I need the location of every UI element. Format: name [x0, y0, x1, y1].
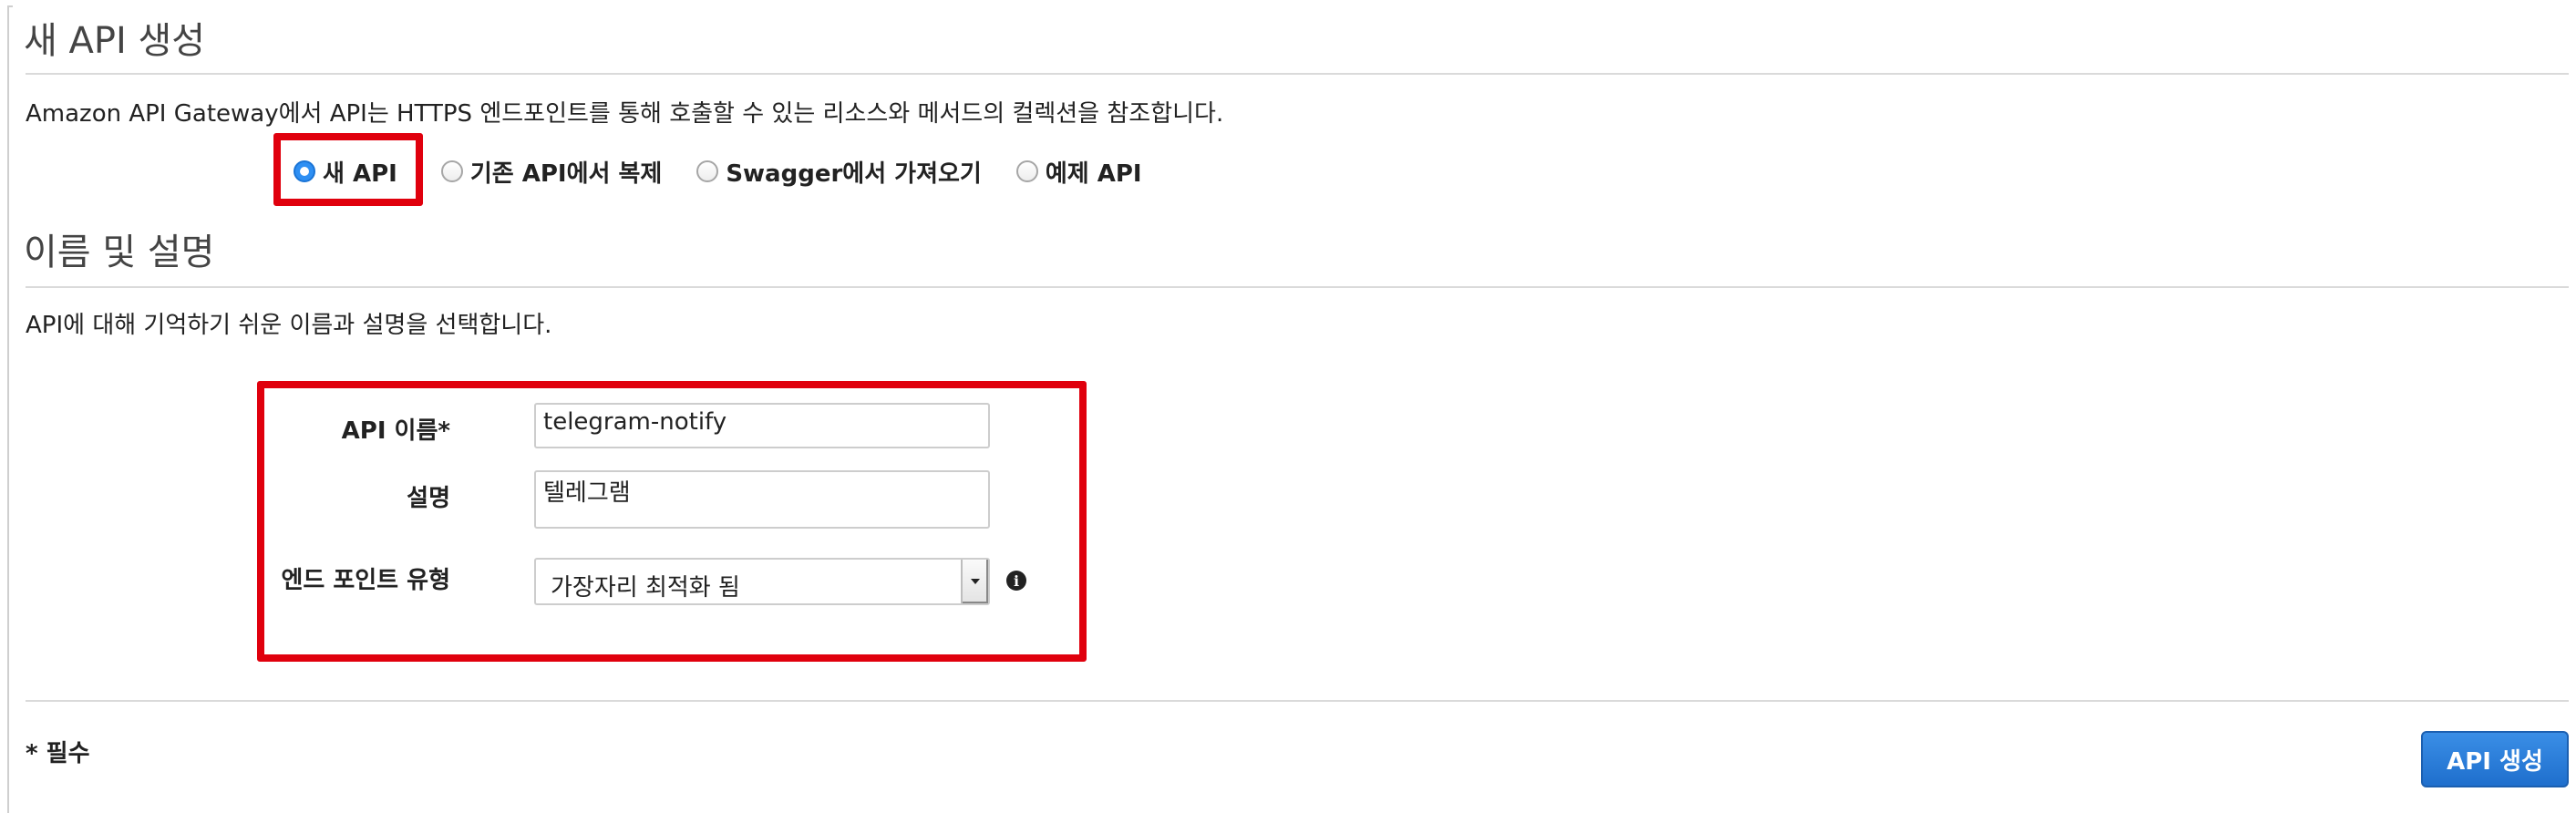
description-label: 설명	[407, 485, 450, 512]
radio-option-new-api[interactable]: 새 API	[294, 155, 397, 189]
page-description: Amazon API Gateway에서 API는 HTTPS 엔드포인트를 통…	[26, 100, 1224, 128]
radio-option-import-swagger[interactable]: Swagger에서 가져오기	[696, 155, 982, 189]
section-description: API에 대해 기억하기 쉬운 이름과 설명을 선택합니다.	[26, 312, 552, 339]
create-api-button[interactable]: API 생성	[2421, 731, 2569, 787]
api-type-radio-group: 새 API 기존 API에서 복제 Swagger에서 가져오기 예제 API	[294, 151, 1177, 191]
endpoint-type-select[interactable]: 가장자리 최적화 됨	[534, 558, 990, 605]
endpoint-type-label: 엔드 포인트 유형	[281, 567, 450, 594]
radio-label-example-api: 예제 API	[1045, 160, 1142, 188]
section-title-name-description: 이름 및 설명	[24, 232, 215, 273]
page-title: 새 API 생성	[24, 20, 206, 62]
section-divider	[26, 286, 2569, 288]
api-name-input[interactable]: telegram-notify	[534, 403, 990, 448]
radio-example-api[interactable]	[1015, 160, 1038, 182]
api-name-label: API 이름*	[341, 417, 450, 445]
radio-new-api[interactable]	[294, 160, 315, 182]
radio-option-clone-api[interactable]: 기존 API에서 복제	[440, 155, 663, 189]
footer-divider	[26, 700, 2569, 702]
radio-import-swagger[interactable]	[696, 160, 719, 182]
radio-label-import-swagger: Swagger에서 가져오기	[726, 160, 982, 188]
left-border	[7, 5, 9, 813]
required-note: * 필수	[26, 740, 90, 767]
radio-option-example-api[interactable]: 예제 API	[1015, 155, 1142, 189]
caret-down-icon[interactable]	[961, 560, 988, 603]
radio-dot-icon	[300, 167, 309, 176]
dropdown-arrow-shape	[971, 579, 980, 584]
radio-label-new-api: 새 API	[323, 160, 397, 188]
left-border-corner	[7, 5, 13, 7]
description-textarea[interactable]: 텔레그램	[534, 470, 990, 529]
info-icon[interactable]: i	[1006, 571, 1026, 591]
radio-clone-api[interactable]	[440, 160, 463, 182]
endpoint-type-selected-value: 가장자리 최적화 됨	[551, 574, 740, 602]
title-divider	[26, 73, 2569, 75]
radio-label-clone-api: 기존 API에서 복제	[469, 160, 663, 188]
